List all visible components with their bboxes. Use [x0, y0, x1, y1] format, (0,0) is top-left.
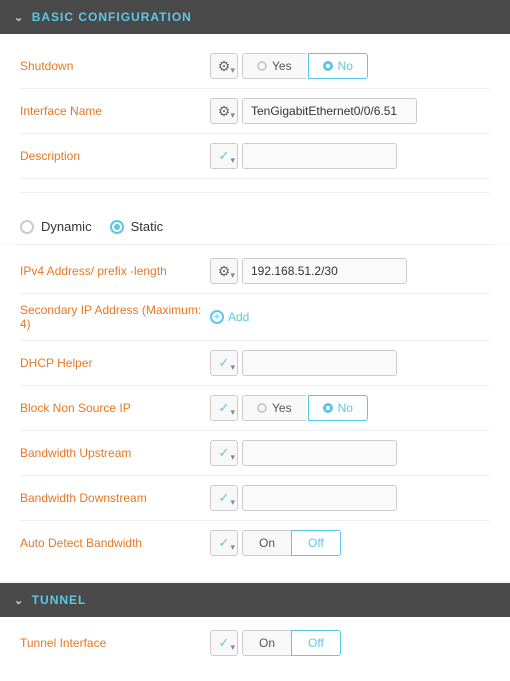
- bw-upstream-input[interactable]: [242, 440, 397, 466]
- auto-detect-bw-controls: ✓ On Off: [210, 530, 490, 556]
- tunnel-interface-row: Tunnel Interface ✓ On Off: [20, 621, 490, 665]
- description-icon-btn[interactable]: ✓: [210, 143, 238, 169]
- description-controls: ✓: [210, 143, 490, 169]
- tunnel-interface-toggle: On Off: [242, 630, 341, 656]
- tunnel-title: TUNNEL: [32, 593, 87, 607]
- dhcp-helper-row: DHCP Helper ✓: [20, 341, 490, 386]
- block-ns-no-dot: [323, 403, 333, 413]
- secondary-ip-label: Secondary IP Address (Maximum: 4): [20, 303, 210, 331]
- tunnel-interface-label: Tunnel Interface: [20, 636, 210, 650]
- chevron-icon[interactable]: ⌄: [14, 11, 24, 24]
- shutdown-controls: ⚙ Yes No: [210, 53, 490, 79]
- interface-name-label: Interface Name: [20, 104, 210, 118]
- shutdown-radio-group: Yes No: [242, 53, 368, 79]
- secondary-ip-row: Secondary IP Address (Maximum: 4) + Add: [20, 294, 490, 341]
- description-label: Description: [20, 149, 210, 163]
- interface-name-row: Interface Name ⚙: [20, 89, 490, 134]
- dynamic-option[interactable]: Dynamic: [20, 219, 92, 234]
- ipv4-label: IPv4 Address/ prefix -length: [20, 264, 210, 278]
- dhcp-helper-input[interactable]: [242, 350, 397, 376]
- bw-up-icon-btn[interactable]: ✓: [210, 440, 238, 466]
- static-option[interactable]: Static: [110, 219, 164, 234]
- shutdown-yes-btn[interactable]: Yes: [242, 53, 306, 79]
- ipv4-icon-btn[interactable]: ⚙: [210, 258, 238, 284]
- bw-downstream-input[interactable]: [242, 485, 397, 511]
- bw-downstream-label: Bandwidth Downstream: [20, 491, 210, 505]
- secondary-ip-add[interactable]: + Add: [210, 310, 249, 324]
- bw-downstream-row: Bandwidth Downstream ✓: [20, 476, 490, 521]
- dhcp-helper-label: DHCP Helper: [20, 356, 210, 370]
- block-ns-radio-group: Yes No: [242, 395, 368, 421]
- dynamic-label: Dynamic: [41, 219, 92, 234]
- static-radio[interactable]: [110, 220, 124, 234]
- tunnel-on-btn[interactable]: On: [242, 630, 291, 656]
- static-label: Static: [131, 219, 164, 234]
- block-ns-yes-dot: [257, 403, 267, 413]
- checkmark-icon-6: ✓: [219, 535, 230, 551]
- checkmark-icon-2: ✓: [219, 355, 230, 371]
- auto-detect-bw-label: Auto Detect Bandwidth: [20, 536, 210, 550]
- bw-downstream-controls: ✓: [210, 485, 490, 511]
- basic-config-header: ⌄ BASIC CONFIGURATION: [0, 0, 510, 34]
- tunnel-body: Tunnel Interface ✓ On Off: [0, 617, 510, 681]
- interface-name-input[interactable]: [242, 98, 417, 124]
- shutdown-yes-dot: [257, 61, 267, 71]
- bw-upstream-controls: ✓: [210, 440, 490, 466]
- plus-icon: +: [210, 310, 224, 324]
- basic-config-title: BASIC CONFIGURATION: [32, 10, 192, 24]
- basic-config-body: Shutdown ⚙ Yes No Interface Name ⚙: [0, 34, 510, 209]
- ipv4-controls: ⚙: [210, 258, 490, 284]
- shutdown-label: Shutdown: [20, 59, 210, 73]
- tunnel-icon-btn[interactable]: ✓: [210, 630, 238, 656]
- block-ns-icon-btn[interactable]: ✓: [210, 395, 238, 421]
- auto-detect-bw-row: Auto Detect Bandwidth ✓ On Off: [20, 521, 490, 565]
- block-ns-yes-btn[interactable]: Yes: [242, 395, 306, 421]
- tunnel-chevron-icon[interactable]: ⌄: [14, 594, 24, 607]
- auto-detect-toggle: On Off: [242, 530, 341, 556]
- mode-selector: Dynamic Static: [0, 209, 510, 244]
- gear-icon-3: ⚙: [218, 263, 231, 280]
- gear-icon-2: ⚙: [218, 103, 231, 120]
- ip-fields-body: IPv4 Address/ prefix -length ⚙ Secondary…: [0, 245, 510, 581]
- block-non-source-row: Block Non Source IP ✓ Yes No: [20, 386, 490, 431]
- shutdown-icon-btn[interactable]: ⚙: [210, 53, 238, 79]
- auto-detect-off-btn[interactable]: Off: [291, 530, 341, 556]
- shutdown-no-dot: [323, 61, 333, 71]
- checkmark-icon-4: ✓: [219, 445, 230, 461]
- gear-icon: ⚙: [218, 58, 231, 75]
- checkmark-icon-3: ✓: [219, 400, 230, 416]
- bw-upstream-label: Bandwidth Upstream: [20, 446, 210, 460]
- description-row: Description ✓: [20, 134, 490, 179]
- dhcp-icon-btn[interactable]: ✓: [210, 350, 238, 376]
- block-non-source-controls: ✓ Yes No: [210, 395, 490, 421]
- description-input[interactable]: [242, 143, 397, 169]
- ipv4-row: IPv4 Address/ prefix -length ⚙: [20, 249, 490, 294]
- tunnel-interface-controls: ✓ On Off: [210, 630, 490, 656]
- checkmark-icon-5: ✓: [219, 490, 230, 506]
- tunnel-header: ⌄ TUNNEL: [0, 583, 510, 617]
- ipv4-input[interactable]: [242, 258, 407, 284]
- shutdown-no-btn[interactable]: No: [308, 53, 368, 79]
- interface-name-icon-btn[interactable]: ⚙: [210, 98, 238, 124]
- block-ns-no-btn[interactable]: No: [308, 395, 368, 421]
- bw-upstream-row: Bandwidth Upstream ✓: [20, 431, 490, 476]
- checkmark-icon: ✓: [219, 148, 230, 164]
- auto-detect-icon-btn[interactable]: ✓: [210, 530, 238, 556]
- secondary-ip-controls: + Add: [210, 310, 490, 324]
- auto-detect-on-btn[interactable]: On: [242, 530, 291, 556]
- dynamic-radio[interactable]: [20, 220, 34, 234]
- checkmark-icon-7: ✓: [219, 635, 230, 651]
- dhcp-helper-controls: ✓: [210, 350, 490, 376]
- spacer: [20, 179, 490, 193]
- block-non-source-label: Block Non Source IP: [20, 401, 210, 415]
- shutdown-row: Shutdown ⚙ Yes No: [20, 44, 490, 89]
- interface-name-controls: ⚙: [210, 98, 490, 124]
- tunnel-off-btn[interactable]: Off: [291, 630, 341, 656]
- bw-down-icon-btn[interactable]: ✓: [210, 485, 238, 511]
